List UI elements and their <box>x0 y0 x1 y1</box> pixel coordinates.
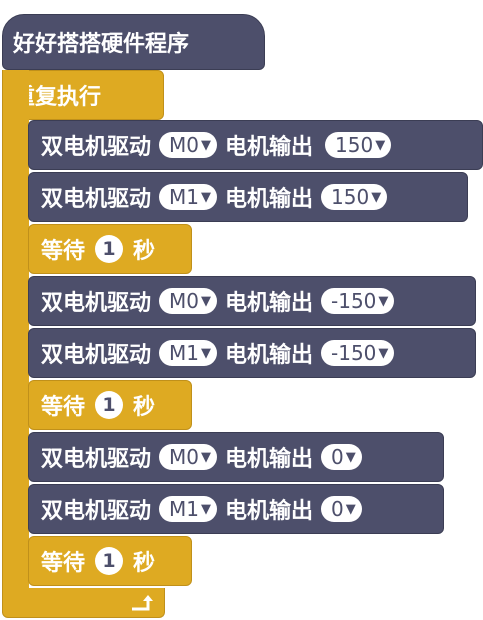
motor-output-text: 0 <box>331 497 344 521</box>
wait-block[interactable]: 等待 1 秒 <box>28 380 192 430</box>
motor-select[interactable]: M0 ▼ <box>159 288 217 314</box>
caret-down-icon: ▼ <box>201 137 211 153</box>
motor-output-text: 150 <box>335 133 374 157</box>
motor-drive-label: 双电机驱动 <box>41 187 152 212</box>
motor-select-value: M0 <box>169 133 199 157</box>
motor-output-value[interactable]: 0 ▼ <box>321 496 362 522</box>
motor-select[interactable]: M0 ▼ <box>159 132 217 158</box>
program-start-label: 好好搭搭硬件程序 <box>13 32 190 57</box>
motor-output-label: 电机输出 <box>225 447 314 472</box>
caret-down-icon: ▼ <box>201 345 211 361</box>
motor-output-value[interactable]: 150 ▼ <box>321 184 388 210</box>
motor-output-text: 0 <box>331 445 344 469</box>
wait-seconds-input[interactable]: 1 <box>95 547 124 575</box>
motor-output-text: 150 <box>331 185 370 209</box>
wait-label: 等待 <box>41 239 86 264</box>
caret-down-icon: ▼ <box>201 189 211 205</box>
motor-drive-label: 双电机驱动 <box>41 135 152 160</box>
loop-arrow-icon <box>132 595 153 611</box>
motor-drive-label: 双电机驱动 <box>41 447 152 472</box>
caret-down-icon: ▼ <box>375 137 386 153</box>
motor-output-label: 电机输出 <box>225 135 314 160</box>
wait-unit-label: 秒 <box>133 239 156 264</box>
wait-label: 等待 <box>41 551 86 576</box>
caret-down-icon: ▼ <box>201 501 211 517</box>
motor-output-text: -150 <box>331 341 377 365</box>
motor-select[interactable]: M1 ▼ <box>159 340 217 366</box>
motor-output-value[interactable]: 150 ▼ <box>325 132 392 158</box>
wait-label: 等待 <box>41 395 86 420</box>
caret-down-icon: ▼ <box>371 189 382 205</box>
wait-block[interactable]: 等待 1 秒 <box>28 224 192 274</box>
motor-drive-label: 双电机驱动 <box>41 499 152 524</box>
motor-drive-label: 双电机驱动 <box>41 343 152 368</box>
motor-select-value: M1 <box>169 497 199 521</box>
motor-output-label: 电机输出 <box>225 187 314 212</box>
motor-drive-block[interactable]: 双电机驱动 M1 ▼ 电机输出 150 ▼ <box>28 172 468 222</box>
motor-output-value[interactable]: -150 ▼ <box>321 340 395 366</box>
wait-unit-label: 秒 <box>133 395 156 420</box>
program-start-block[interactable]: 好好搭搭硬件程序 <box>2 14 265 70</box>
caret-down-icon: ▼ <box>378 345 389 361</box>
motor-output-text: -150 <box>331 289 377 313</box>
caret-down-icon: ▼ <box>378 293 389 309</box>
wait-unit-label: 秒 <box>133 551 156 576</box>
motor-output-value[interactable]: -150 ▼ <box>321 288 395 314</box>
motor-drive-block[interactable]: 双电机驱动 M1 ▼ 电机输出 -150 ▼ <box>28 328 476 378</box>
motor-select-value: M0 <box>169 445 199 469</box>
caret-down-icon: ▼ <box>201 449 211 465</box>
forever-loop-footer <box>2 588 165 618</box>
wait-block[interactable]: 等待 1 秒 <box>28 536 192 586</box>
caret-down-icon: ▼ <box>345 449 356 465</box>
motor-output-value[interactable]: 0 ▼ <box>321 444 362 470</box>
motor-select-value: M1 <box>169 341 199 365</box>
motor-select-value: M1 <box>169 185 199 209</box>
motor-output-label: 电机输出 <box>225 291 314 316</box>
motor-drive-label: 双电机驱动 <box>41 291 152 316</box>
motor-drive-block[interactable]: 双电机驱动 M0 ▼ 电机输出 150 ▼ <box>28 120 483 170</box>
caret-down-icon: ▼ <box>345 501 356 517</box>
motor-select[interactable]: M0 ▼ <box>159 444 217 470</box>
wait-seconds-input[interactable]: 1 <box>95 235 124 263</box>
motor-select[interactable]: M1 ▼ <box>159 496 217 522</box>
motor-drive-block[interactable]: 双电机驱动 M0 ▼ 电机输出 0 ▼ <box>28 432 444 482</box>
motor-select[interactable]: M1 ▼ <box>159 184 217 210</box>
motor-drive-block[interactable]: 双电机驱动 M1 ▼ 电机输出 0 ▼ <box>28 484 444 534</box>
motor-output-label: 电机输出 <box>225 499 314 524</box>
caret-down-icon: ▼ <box>201 293 211 309</box>
motor-drive-block[interactable]: 双电机驱动 M0 ▼ 电机输出 -150 ▼ <box>28 276 476 326</box>
wait-seconds-input[interactable]: 1 <box>95 391 124 419</box>
motor-output-label: 电机输出 <box>225 343 314 368</box>
forever-loop-arm <box>2 70 29 598</box>
motor-select-value: M0 <box>169 289 199 313</box>
